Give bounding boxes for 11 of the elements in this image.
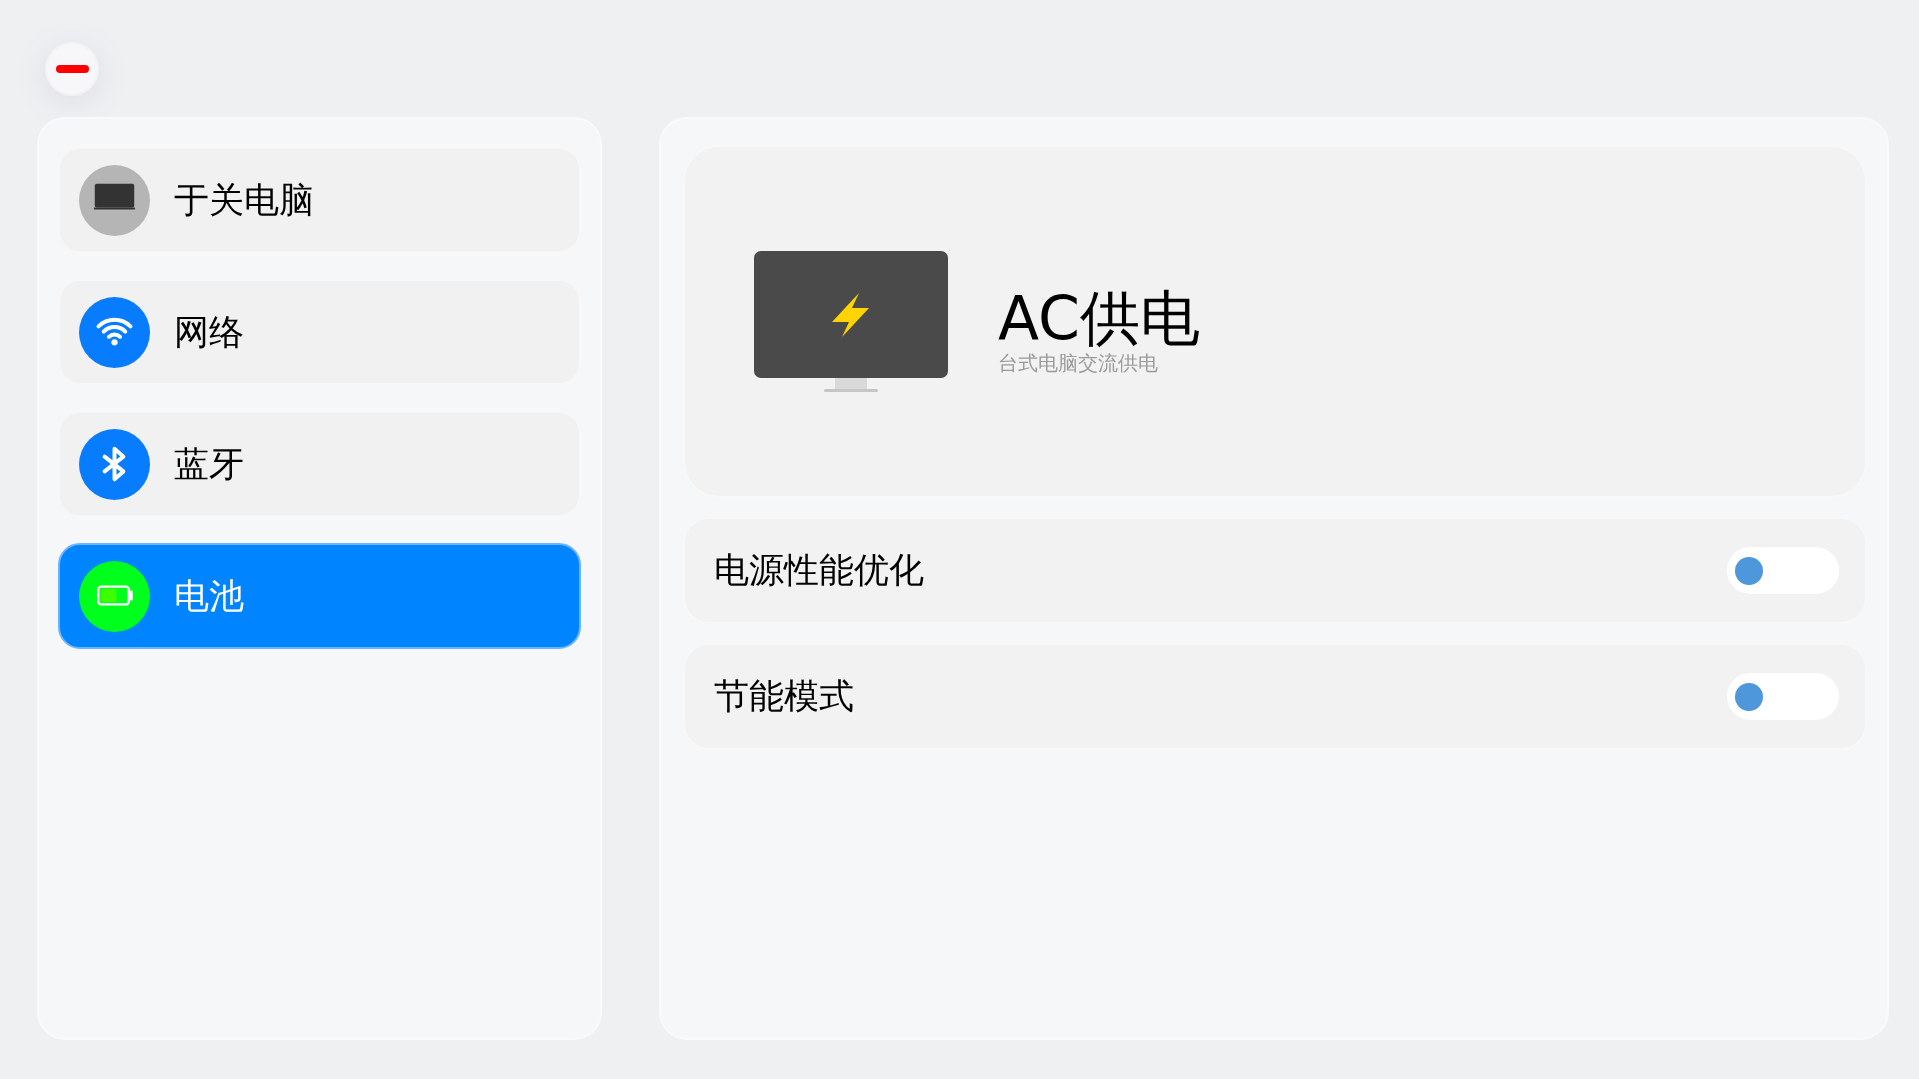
power-source-title: AC供电 bbox=[998, 282, 1200, 353]
sidebar-item[interactable]: 电池 bbox=[58, 543, 581, 649]
setting-label: 节能模式 bbox=[714, 675, 854, 718]
sidebar-item[interactable]: 蓝牙 bbox=[58, 411, 581, 517]
sidebar-item[interactable]: 于关电脑 bbox=[58, 147, 581, 253]
setting-label: 电源性能优化 bbox=[714, 549, 924, 592]
sidebar-item[interactable]: 网络 bbox=[58, 279, 581, 385]
minus-icon bbox=[55, 65, 89, 73]
toggle-knob[interactable] bbox=[1735, 682, 1763, 711]
toggle-knob[interactable] bbox=[1735, 556, 1763, 585]
power-source-subtitle: 台式电脑交流供电 bbox=[998, 350, 1159, 375]
